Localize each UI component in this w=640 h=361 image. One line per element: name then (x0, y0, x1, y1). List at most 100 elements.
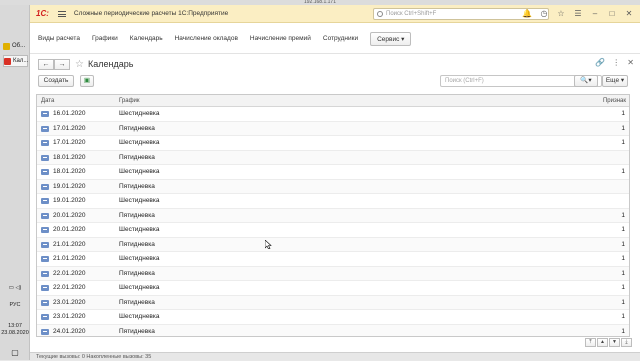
section-nachislenie-okladov[interactable]: Начисление окладов (175, 35, 238, 42)
menu-lines-icon[interactable]: ☰ (571, 7, 585, 21)
service-label: Сервис (377, 35, 400, 43)
cell-date: 23.01.2020 (53, 298, 86, 306)
minimize-icon[interactable]: – (588, 7, 602, 21)
back-button[interactable]: ← (38, 58, 54, 70)
export-icon[interactable]: ▣ (80, 75, 94, 87)
record-icon (41, 285, 49, 291)
close-icon[interactable]: ✕ (622, 7, 636, 21)
cell-flag: 1 (621, 327, 625, 335)
cell-date: 17.01.2020 (53, 124, 86, 132)
table-row[interactable]: 21.01.2020 Шестидневка 1 (37, 252, 629, 267)
clock-time[interactable]: 13:07 (0, 323, 30, 329)
forward-button[interactable]: → (54, 58, 70, 70)
network-icon[interactable]: ▭ (9, 285, 14, 291)
cell-flag: 1 (621, 284, 625, 291)
history-icon[interactable]: ◷ (537, 7, 551, 21)
favorites-star-icon[interactable]: ☆ (554, 7, 568, 21)
section-kalendar[interactable]: Календарь (130, 35, 163, 42)
cell-date: 22.01.2020 (53, 269, 86, 277)
table-row[interactable]: 19.01.2020 Шестидневка (37, 194, 629, 209)
cell-schedule: Пятидневка (119, 124, 155, 132)
volume-icon[interactable]: ◁) (15, 285, 21, 291)
app-logo: 1С: (36, 9, 49, 18)
command-bar: Создать ▣ Поиск (Ctrl+F) × 🔍▾ Еще ▾ (30, 74, 640, 90)
sections-bar: Виды расчета Графики Календарь Начислени… (30, 24, 640, 54)
table-row[interactable]: 24.01.2020 Пятидневка 1 (37, 324, 629, 336)
scroll-up-button[interactable]: ▲ (597, 338, 608, 347)
cell-schedule: Пятидневка (119, 240, 155, 248)
cell-flag: 1 (621, 240, 625, 248)
calendar-table: Дата График Признак 16.01.2020 Шестидневк… (36, 94, 630, 337)
table-row[interactable]: 20.01.2020 Шестидневка 1 (37, 223, 629, 238)
record-icon (41, 111, 49, 117)
cell-flag: 1 (621, 269, 625, 277)
table-row[interactable]: 17.01.2020 Шестидневка 1 (37, 136, 629, 151)
cell-date: 19.01.2020 (53, 182, 86, 190)
cell-flag: 1 (621, 313, 625, 320)
language-indicator[interactable]: РУС (0, 302, 30, 308)
table-row[interactable]: 22.01.2020 Шестидневка 1 (37, 281, 629, 296)
titlebar-icons: 🔔 ◷ ☆ ☰ – □ ✕ (520, 7, 636, 21)
notifications-bell-icon[interactable]: 🔔 (520, 7, 534, 21)
cell-date: 17.01.2020 (53, 139, 86, 146)
maximize-icon[interactable]: □ (605, 7, 619, 21)
table-row[interactable]: 23.01.2020 Шестидневка 1 (37, 310, 629, 325)
table-row[interactable]: 20.01.2020 Пятидневка 1 (37, 208, 629, 223)
column-header-flag[interactable]: Признак (603, 95, 626, 107)
favorite-star-icon[interactable]: ☆ (75, 59, 84, 70)
cell-date: 20.01.2020 (53, 211, 86, 219)
scroll-bottom-button[interactable]: ⤓ (621, 338, 632, 347)
cell-schedule: Пятидневка (119, 211, 155, 219)
link-icon[interactable]: 🔗 (595, 58, 605, 67)
column-header-date[interactable]: Дата (41, 95, 54, 107)
scroll-top-button[interactable]: ⤒ (585, 338, 596, 347)
table-row[interactable]: 16.01.2020 Шестидневка 1 (37, 107, 629, 122)
table-row[interactable]: 17.01.2020 Пятидневка 1 (37, 121, 629, 136)
record-icon (41, 299, 49, 306)
taskbar-item-label: Кал... (13, 58, 29, 64)
record-icon (41, 270, 49, 277)
form-header: ← → ☆ Календарь 🔗 ⋮ ✕ (30, 54, 640, 74)
table-row[interactable]: 21.01.2020 Пятидневка 1 (37, 237, 629, 252)
table-row[interactable]: 22.01.2020 Пятидневка 1 (37, 266, 629, 281)
record-icon (41, 314, 49, 320)
more-button[interactable]: Еще ▾ (602, 75, 628, 87)
tray-icons[interactable]: ▭ ◁) (0, 285, 30, 291)
cell-schedule: Шестидневка (119, 168, 160, 175)
form-close-icon[interactable]: ✕ (627, 58, 634, 67)
search-button[interactable]: 🔍▾ (574, 75, 598, 87)
section-vidy-rascheta[interactable]: Виды расчета (38, 35, 80, 42)
cell-flag: 1 (621, 168, 625, 175)
section-nachislenie-premiy[interactable]: Начисление премий (250, 35, 311, 42)
service-menu-button[interactable]: Сервис ▾ (370, 31, 412, 46)
table-row[interactable]: 18.01.2020 Шестидневка 1 (37, 165, 629, 180)
table-row[interactable]: 19.01.2020 Пятидневка (37, 179, 629, 194)
global-search-placeholder: Поиск Ctrl+Shift+F (386, 11, 437, 17)
hamburger-menu-icon[interactable] (57, 10, 66, 17)
page-title: Календарь (87, 59, 134, 69)
cell-flag: 1 (621, 226, 625, 233)
clock-date[interactable]: 23.08.2020 (0, 330, 30, 336)
cell-schedule: Шестидневка (119, 313, 160, 320)
mouse-pointer-icon (265, 240, 272, 249)
create-button[interactable]: Создать (38, 75, 74, 87)
cell-schedule: Шестидневка (119, 226, 160, 233)
record-icon (41, 241, 49, 248)
cell-date: 18.01.2020 (53, 153, 86, 161)
taskbar-item-0[interactable]: Об... (3, 40, 28, 52)
column-header-schedule[interactable]: График (119, 95, 140, 107)
section-grafiki[interactable]: Графики (92, 35, 118, 42)
more-vertical-icon[interactable]: ⋮ (612, 58, 620, 67)
notification-icon[interactable]: ▢ (0, 348, 30, 357)
search-icon (377, 11, 383, 17)
cell-schedule: Пятидневка (119, 182, 155, 190)
record-icon (41, 169, 49, 175)
cell-schedule: Пятидневка (119, 327, 155, 335)
section-sotrudniki[interactable]: Сотрудники (323, 35, 358, 42)
table-row[interactable]: 18.01.2020 Пятидневка (37, 150, 629, 165)
cell-flag: 1 (621, 298, 625, 306)
scroll-down-button[interactable]: ▼ (609, 338, 620, 347)
table-row[interactable]: 23.01.2020 Пятидневка 1 (37, 295, 629, 310)
form-header-icons: 🔗 ⋮ ✕ (595, 58, 634, 67)
taskbar-item-1[interactable]: Кал... (3, 55, 28, 67)
